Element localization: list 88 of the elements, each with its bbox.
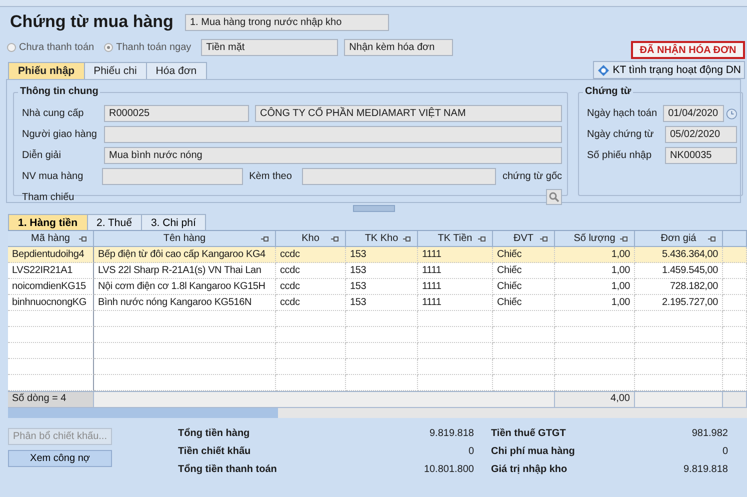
- field-label: NV mua hàng: [22, 171, 84, 182]
- field-label: Ngày hạch toán: [587, 108, 658, 119]
- description-field[interactable]: Mua bình nước nóng: [104, 147, 562, 164]
- total-value: 9.819.818: [428, 428, 474, 439]
- total-label: Tổng tiền hàng: [178, 428, 251, 439]
- check-business-button[interactable]: KT tình trạng hoạt động DN: [592, 61, 745, 79]
- table-cell: Bếp điện từ đôi cao cấp Kangaroo KG4: [94, 247, 276, 263]
- total-value: 0: [467, 446, 474, 457]
- table-cell: 1,00: [555, 263, 635, 279]
- group-title: Thông tin chung: [18, 86, 100, 97]
- table-cell: LVS 22l Sharp R-21A1(s) VN Thai Lan: [94, 263, 276, 279]
- pin-icon[interactable]: [708, 235, 716, 243]
- table-cell: 1.459.545,00: [635, 263, 723, 279]
- pin-icon[interactable]: [620, 235, 628, 243]
- buyer-field[interactable]: [102, 168, 244, 185]
- invoice-option-field[interactable]: Nhận kèm hóa đơn: [344, 38, 454, 56]
- tab[interactable]: 3. Chi phí: [140, 214, 206, 230]
- table-cell: ccdc: [276, 279, 346, 295]
- pin-icon[interactable]: [540, 235, 548, 243]
- tab[interactable]: 2. Thuế: [86, 214, 142, 230]
- table-cell: 153: [346, 247, 418, 263]
- pin-icon[interactable]: [261, 235, 269, 243]
- field-label: Diễn giải: [22, 150, 62, 161]
- table-cell: 1,00: [555, 279, 635, 295]
- pin-icon[interactable]: [331, 235, 339, 243]
- table-cell: Chiếc: [493, 247, 555, 263]
- action-button[interactable]: Xem công nợ: [8, 450, 112, 467]
- tab[interactable]: Phiếu nhập: [8, 62, 85, 79]
- table-cell: 1111: [418, 263, 493, 279]
- payment-radio[interactable]: Thanh toán ngay: [104, 42, 192, 52]
- field-label: Nhà cung cấp: [22, 108, 85, 119]
- table-cell: 1111: [418, 247, 493, 263]
- voucher-field[interactable]: 01/04/2020: [663, 105, 724, 122]
- voucher-type-field[interactable]: 1. Mua hàng trong nước nhập kho: [185, 14, 389, 30]
- table-row[interactable]: LVS22IR21A1 LVS 22l Sharp R-21A1(s) VN Thai Lan ccdc 153 1111 Chiếc 1,00 1.459.545,00: [8, 263, 747, 279]
- total-label: Chi phí mua hàng: [490, 446, 576, 457]
- field-label: Tham chiếu: [22, 192, 76, 202]
- window-title: Chứng từ mua hàng: [10, 12, 174, 32]
- table-cell: 153: [346, 279, 418, 295]
- supplier-name-field[interactable]: CÔNG TY CỔ PHẦN MEDIAMART VIỆT NAM: [255, 105, 562, 122]
- pin-icon[interactable]: [79, 235, 87, 243]
- total-label: Tổng tiền thanh toán: [178, 464, 278, 475]
- splitter-handle[interactable]: [352, 205, 394, 212]
- table-cell: LVS22IR21A1: [8, 263, 94, 279]
- diamond-icon: [596, 64, 610, 76]
- table-cell: Nội cơm điện cơ 1.8l Kangaroo KG15H: [94, 279, 276, 295]
- field-label: Ngày chứng từ: [587, 129, 655, 140]
- row-count: Số dòng = 4: [8, 392, 94, 407]
- total-label: Tiền thuế GTGT: [490, 428, 567, 439]
- search-icon[interactable]: [546, 189, 562, 205]
- deliverer-field[interactable]: [104, 126, 562, 143]
- payment-method-field[interactable]: Tiền mặt: [201, 38, 338, 56]
- field-label: chứng từ gốc: [502, 171, 562, 182]
- table-cell: 728.182,00: [635, 279, 723, 295]
- table-cell: Chiếc: [493, 263, 555, 279]
- table-cell: 153: [346, 263, 418, 279]
- voucher-field[interactable]: NK00035: [665, 147, 737, 164]
- horizontal-scrollbar[interactable]: [8, 407, 747, 418]
- total-label: Tiền chiết khấu: [178, 446, 252, 457]
- table-cell: Chiếc: [493, 279, 555, 295]
- tab[interactable]: Phiếu chi: [84, 62, 147, 79]
- total-value: 0: [721, 446, 728, 457]
- pin-icon[interactable]: [478, 235, 486, 243]
- voucher-field[interactable]: 05/02/2020: [665, 126, 737, 143]
- table-cell: Bepdientudoihg4: [8, 247, 94, 263]
- table-cell: ccdc: [276, 263, 346, 279]
- table-cell: 1111: [418, 279, 493, 295]
- table-row[interactable]: noicomdienKG15 Nội cơm điện cơ 1.8l Kangaroo KG15H ccdc 153 1111 Chiếc 1,00 728.182,00: [8, 279, 747, 295]
- tab[interactable]: 1. Hàng tiền: [8, 214, 88, 230]
- total-label: Giá trị nhập kho: [490, 464, 568, 475]
- table-cell: noicomdienKG15: [8, 279, 94, 295]
- total-value: 10.801.800: [422, 464, 474, 475]
- pin-icon[interactable]: [403, 235, 411, 243]
- total-value: 9.819.818: [682, 464, 728, 475]
- field-label: Số phiếu nhập: [587, 150, 653, 161]
- table-row[interactable]: Bepdientudoihg4 Bếp điện từ đôi cao cấp Kangaroo KG4 ccdc 153 1111 Chiếc 1,00 5.436.364,00: [8, 247, 747, 263]
- attached-field[interactable]: [302, 168, 496, 185]
- field-label: Người giao hàng: [22, 129, 98, 140]
- field-label: Kèm theo: [249, 171, 293, 182]
- table-cell: ccdc: [276, 247, 346, 263]
- supplier-code-field[interactable]: R000025: [104, 105, 249, 122]
- group-title: Chứng từ: [583, 86, 634, 97]
- table-cell: 1,00: [555, 247, 635, 263]
- table-cell: 5.436.364,00: [635, 247, 723, 263]
- total-value: 981.982: [690, 428, 728, 439]
- tab[interactable]: Hóa đơn: [146, 62, 207, 79]
- invoice-status-button[interactable]: ĐÃ NHẬN HÓA ĐƠN: [631, 41, 745, 59]
- payment-radio[interactable]: Chưa thanh toán: [7, 42, 94, 52]
